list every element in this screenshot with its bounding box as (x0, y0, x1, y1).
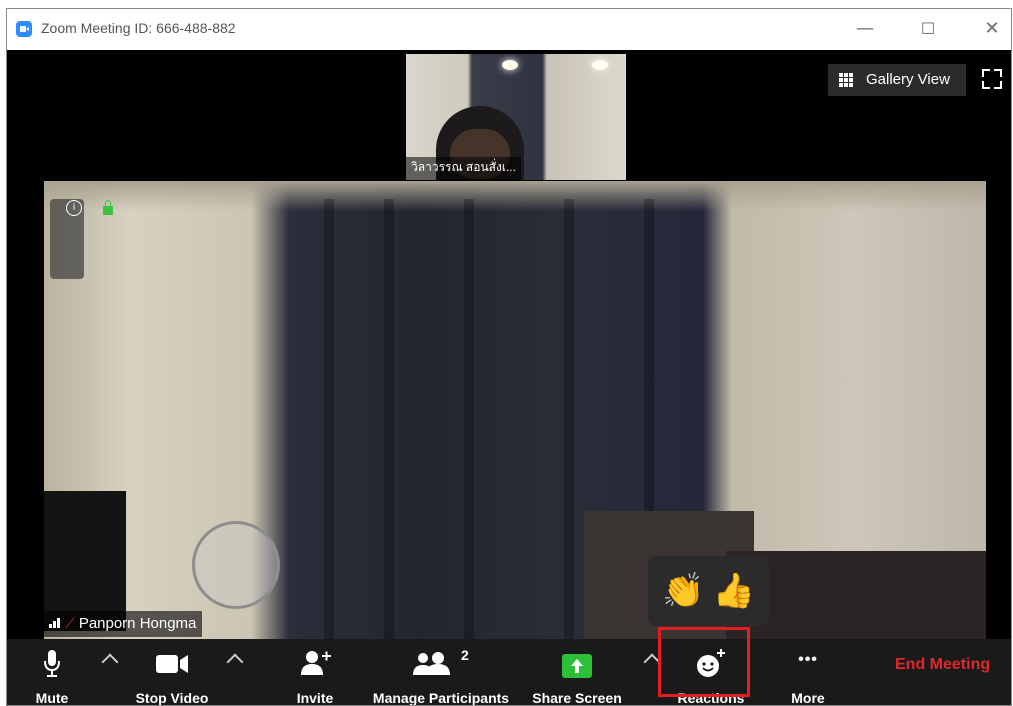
clap-reaction[interactable]: 👏 (662, 574, 704, 608)
reactions-popup: 👏 👍 (648, 556, 769, 626)
more-label: More (791, 690, 825, 706)
manage-participants-label: Manage Participants (372, 690, 510, 706)
share-screen-label: Share Screen (532, 690, 622, 706)
thumbs-up-reaction[interactable]: 👍 (713, 574, 755, 608)
television (44, 491, 126, 631)
grid-icon (839, 73, 853, 87)
standing-fan (192, 521, 280, 609)
gallery-view-label: Gallery View (866, 71, 950, 88)
title-bar: Zoom Meeting ID: 666-488-882 — ☐ ✕ (7, 9, 1011, 50)
active-speaker-video: i (44, 181, 986, 639)
lock-icon[interactable] (103, 200, 113, 215)
thumbnail-name-label: วิลาวรรณ สอนสั่งเ... (406, 157, 521, 180)
minimize-button[interactable]: — (847, 15, 883, 43)
speaker-name-label: ⟋ Panporn Hongma (44, 611, 203, 637)
end-meeting-button[interactable]: End Meeting (895, 656, 990, 674)
info-icon[interactable]: i (66, 200, 82, 216)
zoom-meeting-window: Zoom Meeting ID: 666-488-882 — ☐ ✕ วิลาว… (6, 8, 1012, 706)
audio-options-caret[interactable] (101, 653, 119, 671)
signal-bars-icon (49, 616, 63, 628)
close-button[interactable]: ✕ (974, 15, 1010, 43)
share-screen-icon (562, 654, 592, 678)
ceiling-light (502, 60, 518, 70)
stop-video-label: Stop Video (135, 690, 209, 706)
more-button[interactable]: ••• More (781, 639, 835, 706)
stop-video-button[interactable]: Stop Video (127, 639, 217, 706)
window-title: Zoom Meeting ID: 666-488-882 (41, 20, 236, 36)
maximize-button[interactable]: ☐ (910, 15, 946, 43)
video-options-caret[interactable] (226, 653, 244, 671)
more-dots-icon: ••• (798, 651, 818, 668)
participants-icon (413, 652, 450, 675)
manage-participants-button[interactable]: 2 Manage Participants (365, 639, 517, 706)
invite-label: Invite (296, 690, 334, 706)
muted-mic-icon: ⟋ (65, 616, 75, 632)
mute-button[interactable]: Mute (25, 639, 79, 706)
participant-count: 2 (461, 647, 469, 663)
share-screen-button[interactable]: Share Screen (531, 639, 623, 706)
participant-thumbnail[interactable]: วิลาวรรณ สอนสั่งเ... (406, 54, 626, 180)
mute-label: Mute (35, 690, 69, 706)
reactions-highlight-box (658, 627, 750, 697)
add-user-icon (301, 651, 331, 675)
speaker-name: Panporn Hongma (78, 615, 197, 632)
meeting-toolbar: Mute Stop Video Invite 2 Manage Particip… (7, 639, 1011, 706)
zoom-app-icon (16, 21, 32, 37)
invite-button[interactable]: Invite (285, 639, 345, 706)
fullscreen-icon[interactable] (982, 69, 1002, 89)
microphone-icon (44, 650, 60, 677)
gallery-view-button[interactable]: Gallery View (828, 64, 966, 96)
ceiling-light (592, 60, 608, 70)
video-camera-icon (156, 655, 188, 673)
